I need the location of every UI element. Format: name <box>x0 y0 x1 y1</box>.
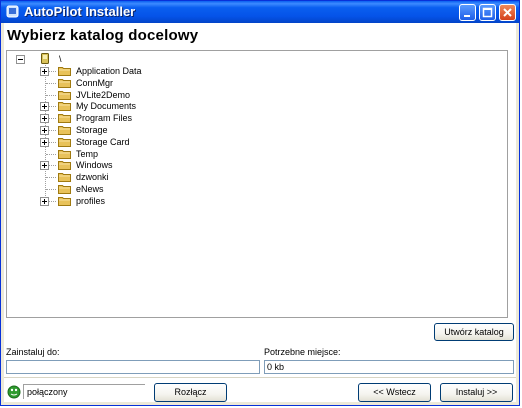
expand-icon[interactable] <box>40 137 49 147</box>
folder-icon <box>58 172 71 183</box>
folder-icon <box>58 125 71 135</box>
tree-item[interactable]: Storage <box>7 124 307 136</box>
tree-connector <box>46 82 56 84</box>
folder-tree[interactable]: \ Application Data ConnMgr JVLite2Demo My D… <box>6 50 508 318</box>
installer-window: AutoPilot Installer Wybierz katalog doce… <box>0 0 520 406</box>
title-bar[interactable]: AutoPilot Installer <box>1 1 519 23</box>
tree-root-label: \ <box>59 54 62 64</box>
collapse-icon[interactable] <box>16 55 25 64</box>
tree-connector <box>46 177 56 179</box>
folder-icon <box>58 196 71 206</box>
folder-icon <box>58 149 71 159</box>
folder-icon <box>58 90 71 100</box>
connection-status-icon <box>7 385 21 399</box>
tree-item[interactable]: ConnMgr <box>7 77 307 89</box>
maximize-icon <box>482 7 493 18</box>
tree-item-label: profiles <box>76 195 106 206</box>
install-button[interactable]: Instaluj >> <box>440 383 513 402</box>
tree-item[interactable]: Storage Card <box>7 136 307 148</box>
tree-item[interactable]: My Documents <box>7 100 307 112</box>
folder-icon <box>58 78 71 88</box>
tree-connector <box>46 153 56 155</box>
folder-icon <box>58 184 71 194</box>
app-icon <box>6 5 19 18</box>
folder-icon <box>58 113 71 124</box>
install-to-label: Zainstaluj do: <box>6 347 60 357</box>
tree-item-label: Storage <box>76 125 108 135</box>
tree-item[interactable]: Application Data <box>7 65 307 77</box>
expand-icon[interactable] <box>40 67 49 76</box>
tree-item-label: Windows <box>76 160 113 171</box>
tree-item-label: Application Data <box>76 66 142 76</box>
page-title: Wybierz katalog docelowy <box>7 27 199 44</box>
tree-item-label: Temp <box>76 148 99 159</box>
tree-item-label: ConnMgr <box>76 77 114 88</box>
minimize-button[interactable] <box>459 4 476 21</box>
tree-item[interactable]: JVLite2Demo <box>7 89 307 101</box>
expand-icon[interactable] <box>40 161 49 171</box>
expand-icon[interactable] <box>40 126 49 135</box>
folder-icon <box>58 101 71 112</box>
tree-item-label: dzwonki <box>76 172 109 183</box>
device-icon <box>41 53 49 64</box>
folder-icon <box>58 160 71 171</box>
divider <box>4 377 516 378</box>
tree-item-label: eNews <box>76 184 104 194</box>
minimize-icon <box>464 15 470 17</box>
close-icon <box>503 8 512 17</box>
tree-item[interactable]: Temp <box>7 148 307 160</box>
tree-item-label: Storage Card <box>76 136 130 147</box>
window-title: AutoPilot Installer <box>24 4 136 19</box>
required-space-field: 0 kb <box>264 360 514 374</box>
expand-icon[interactable] <box>40 102 49 112</box>
tree-item[interactable]: Program Files <box>7 112 307 124</box>
tree-item[interactable]: Windows <box>7 159 307 171</box>
back-button[interactable]: << Wstecz <box>358 383 431 402</box>
close-button[interactable] <box>499 4 516 21</box>
required-space-label: Potrzebne miejsce: <box>264 347 341 357</box>
maximize-button[interactable] <box>479 4 496 21</box>
tree-item[interactable]: eNews <box>7 183 307 195</box>
expand-icon[interactable] <box>40 196 49 206</box>
tree-item[interactable]: profiles <box>7 195 307 207</box>
folder-icon <box>58 66 71 76</box>
tree-connector <box>46 94 56 96</box>
tree-connector <box>46 189 56 190</box>
disconnect-button[interactable]: Rozłącz <box>154 383 227 402</box>
tree-item-label: JVLite2Demo <box>76 89 131 100</box>
create-folder-button[interactable]: Utwórz katalog <box>434 323 514 341</box>
status-text: połączony <box>23 384 145 399</box>
content-area: Wybierz katalog docelowy \ Application D… <box>4 23 516 402</box>
tree-item[interactable]: dzwonki <box>7 171 307 183</box>
expand-icon[interactable] <box>40 114 49 124</box>
folder-icon <box>58 137 71 147</box>
install-to-field[interactable] <box>6 360 260 374</box>
tree-item-label: My Documents <box>76 101 137 112</box>
tree-item-label: Program Files <box>76 113 133 124</box>
tree-root[interactable]: \ <box>7 53 307 65</box>
